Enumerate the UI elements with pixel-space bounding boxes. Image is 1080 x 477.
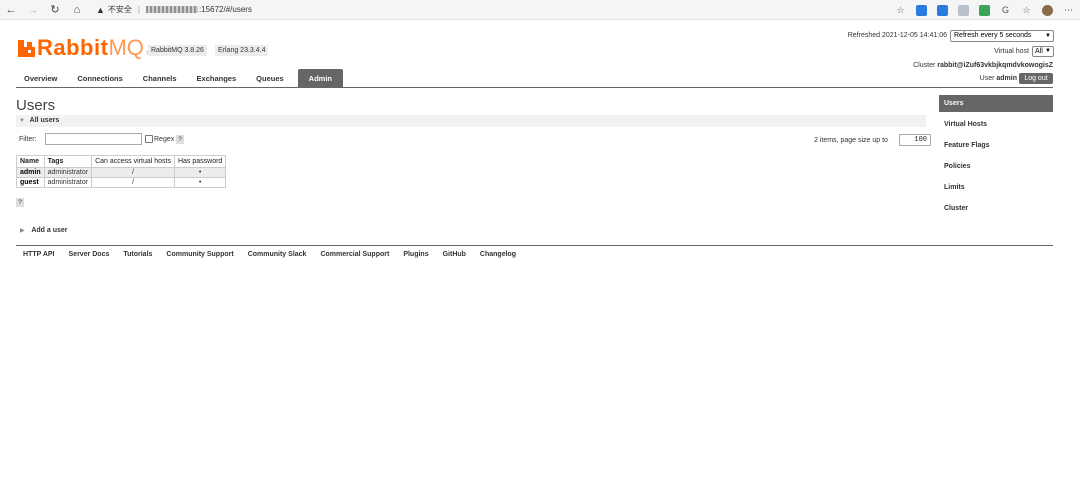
page-size-input[interactable]: 100	[899, 134, 931, 146]
url-separator: |	[137, 5, 140, 14]
footer-links: HTTP API Server Docs Tutorials Community…	[23, 251, 516, 258]
regex-help-icon[interactable]: ?	[176, 135, 184, 144]
user-name-link[interactable]: guest	[16, 177, 45, 188]
user-name: admin	[996, 75, 1017, 82]
footer-link-plugins[interactable]: Plugins	[403, 251, 428, 258]
home-icon[interactable]: ⌂	[66, 0, 88, 20]
footer-link-http-api[interactable]: HTTP API	[23, 251, 55, 258]
regex-checkbox[interactable]	[145, 135, 153, 143]
rabbitmq-logo[interactable]: Rabbit MQ TM	[18, 35, 153, 61]
erlang-version: Erlang 23.3.4.4	[215, 45, 269, 56]
section-title: All users	[29, 117, 60, 124]
warning-icon: ▲	[96, 4, 105, 15]
insecure-label: 不安全	[107, 5, 132, 14]
sidebar-item-policies[interactable]: Policies	[939, 158, 1053, 175]
user-has-password: •	[173, 177, 227, 188]
filter-label: Filter:	[19, 136, 37, 143]
logo-text-rabbit: Rabbit	[37, 35, 109, 60]
tab-overview[interactable]: Overview	[16, 69, 67, 88]
footer-link-changelog[interactable]: Changelog	[480, 251, 516, 258]
regex-label: Regex	[154, 136, 175, 143]
address-bar[interactable]: ▲ 不安全 | :15672/#/users	[96, 2, 252, 18]
url-path: :15672/#/users	[199, 5, 252, 14]
page-size-label: 2 items, page size up to	[814, 137, 888, 144]
add-user-toggle[interactable]: ▶ Add a user	[20, 227, 68, 234]
footer-link-community-support[interactable]: Community Support	[166, 251, 233, 258]
tab-admin[interactable]: Admin	[297, 69, 344, 88]
footer-link-github[interactable]: GitHub	[443, 251, 466, 258]
tab-divider	[16, 87, 1053, 88]
user-info: User admin	[980, 75, 1017, 82]
chevron-down-icon: ▼	[19, 118, 25, 124]
sidebar-item-cluster[interactable]: Cluster	[939, 200, 1053, 217]
chevron-right-icon: ▶	[20, 228, 25, 234]
logo-text-mq: MQ	[108, 35, 144, 60]
col-header-vhosts: Can access virtual hosts	[91, 155, 175, 168]
virtual-host-select[interactable]: All ▼	[1032, 46, 1054, 57]
redacted-host	[146, 6, 198, 13]
table-header-row: Name Tags Can access virtual hosts Has p…	[16, 155, 227, 168]
sidebar-item-virtual-hosts[interactable]: Virtual Hosts	[939, 116, 1053, 133]
user-name-link[interactable]: admin	[16, 167, 45, 178]
chevron-down-icon: ▼	[1045, 33, 1051, 39]
sidebar-item-limits[interactable]: Limits	[939, 179, 1053, 196]
download-extension-icon[interactable]	[916, 4, 927, 16]
refresh-interval-select[interactable]: Refresh every 5 seconds ▼	[950, 30, 1054, 42]
user-label: User	[979, 75, 995, 82]
table-row[interactable]: guest administrator / •	[16, 177, 227, 188]
refresh-interval-value: Refresh every 5 seconds	[954, 32, 1032, 39]
user-vhosts: /	[91, 177, 175, 188]
footer-link-community-slack[interactable]: Community Slack	[248, 251, 307, 258]
cluster-name: rabbit@iZuf63vkbjkqmdvkowogisZ	[937, 62, 1053, 69]
refreshed-timestamp: Refreshed 2021-12-05 14:41:06	[847, 32, 947, 39]
profile-avatar[interactable]	[1042, 4, 1053, 16]
tab-connections[interactable]: Connections	[67, 69, 132, 88]
user-tags: administrator	[43, 167, 93, 178]
users-table: Name Tags Can access virtual hosts Has p…	[16, 155, 227, 188]
browser-extension-icon[interactable]: G	[1000, 5, 1011, 16]
tab-exchanges[interactable]: Exchanges	[187, 69, 247, 88]
virtual-host-label: Virtual host	[994, 48, 1029, 55]
tab-queues[interactable]: Queues	[246, 69, 294, 88]
footer-link-commercial-support[interactable]: Commercial Support	[320, 251, 389, 258]
tab-channels[interactable]: Channels	[133, 69, 187, 88]
sidebar-item-feature-flags[interactable]: Feature Flags	[939, 137, 1053, 154]
user-tags: administrator	[43, 177, 93, 188]
reload-icon[interactable]: ↻	[44, 0, 66, 20]
add-user-label: Add a user	[31, 227, 68, 234]
back-icon[interactable]: ←	[0, 0, 22, 20]
table-row[interactable]: admin administrator / •	[16, 167, 227, 178]
col-header-has-password: Has password	[173, 155, 227, 168]
col-header-name[interactable]: Name	[16, 155, 45, 168]
browser-extensions: ☆ G ☆ ⋯	[895, 0, 1074, 20]
rabbitmq-logo-icon	[18, 40, 35, 57]
user-has-password: •	[173, 167, 227, 178]
logout-button[interactable]: Log out	[1019, 73, 1053, 84]
new-extension-icon[interactable]	[937, 4, 948, 16]
footer-link-tutorials[interactable]: Tutorials	[123, 251, 152, 258]
col-header-tags[interactable]: Tags	[43, 155, 93, 168]
cluster-label: Cluster	[913, 62, 936, 69]
more-menu-icon[interactable]: ⋯	[1063, 5, 1074, 16]
extension-icon[interactable]	[958, 4, 969, 16]
forward-icon[interactable]: →	[22, 0, 44, 20]
user-vhosts: /	[91, 167, 175, 178]
all-users-section-header[interactable]	[16, 115, 926, 127]
footer-link-server-docs[interactable]: Server Docs	[69, 251, 110, 258]
virtual-host-value: All	[1035, 48, 1043, 55]
cluster-info: Cluster rabbit@iZuf63vkbjkqmdvkowogisZ	[913, 62, 1053, 69]
table-help-icon[interactable]: ?	[16, 198, 24, 207]
filter-input[interactable]	[45, 133, 142, 145]
rabbitmq-version: RabbitMQ 3.8.26	[148, 45, 207, 56]
sidebar-item-users[interactable]: Users	[939, 95, 1053, 112]
page-title: Users	[16, 97, 56, 114]
browser-toolbar: ← → ↻ ⌂ ▲ 不安全 | :15672/#/users ☆ G ☆ ⋯	[0, 0, 1080, 20]
favorites-list-icon[interactable]: ☆	[1021, 5, 1032, 16]
footer-divider	[16, 245, 1053, 246]
on-extension-icon[interactable]	[979, 4, 990, 16]
all-users-toggle[interactable]: ▼ All users	[19, 117, 59, 124]
main-nav-tabs: Overview Connections Channels Exchanges …	[16, 69, 344, 88]
chevron-down-icon: ▼	[1045, 48, 1051, 54]
favorite-star-icon[interactable]: ☆	[895, 5, 906, 16]
